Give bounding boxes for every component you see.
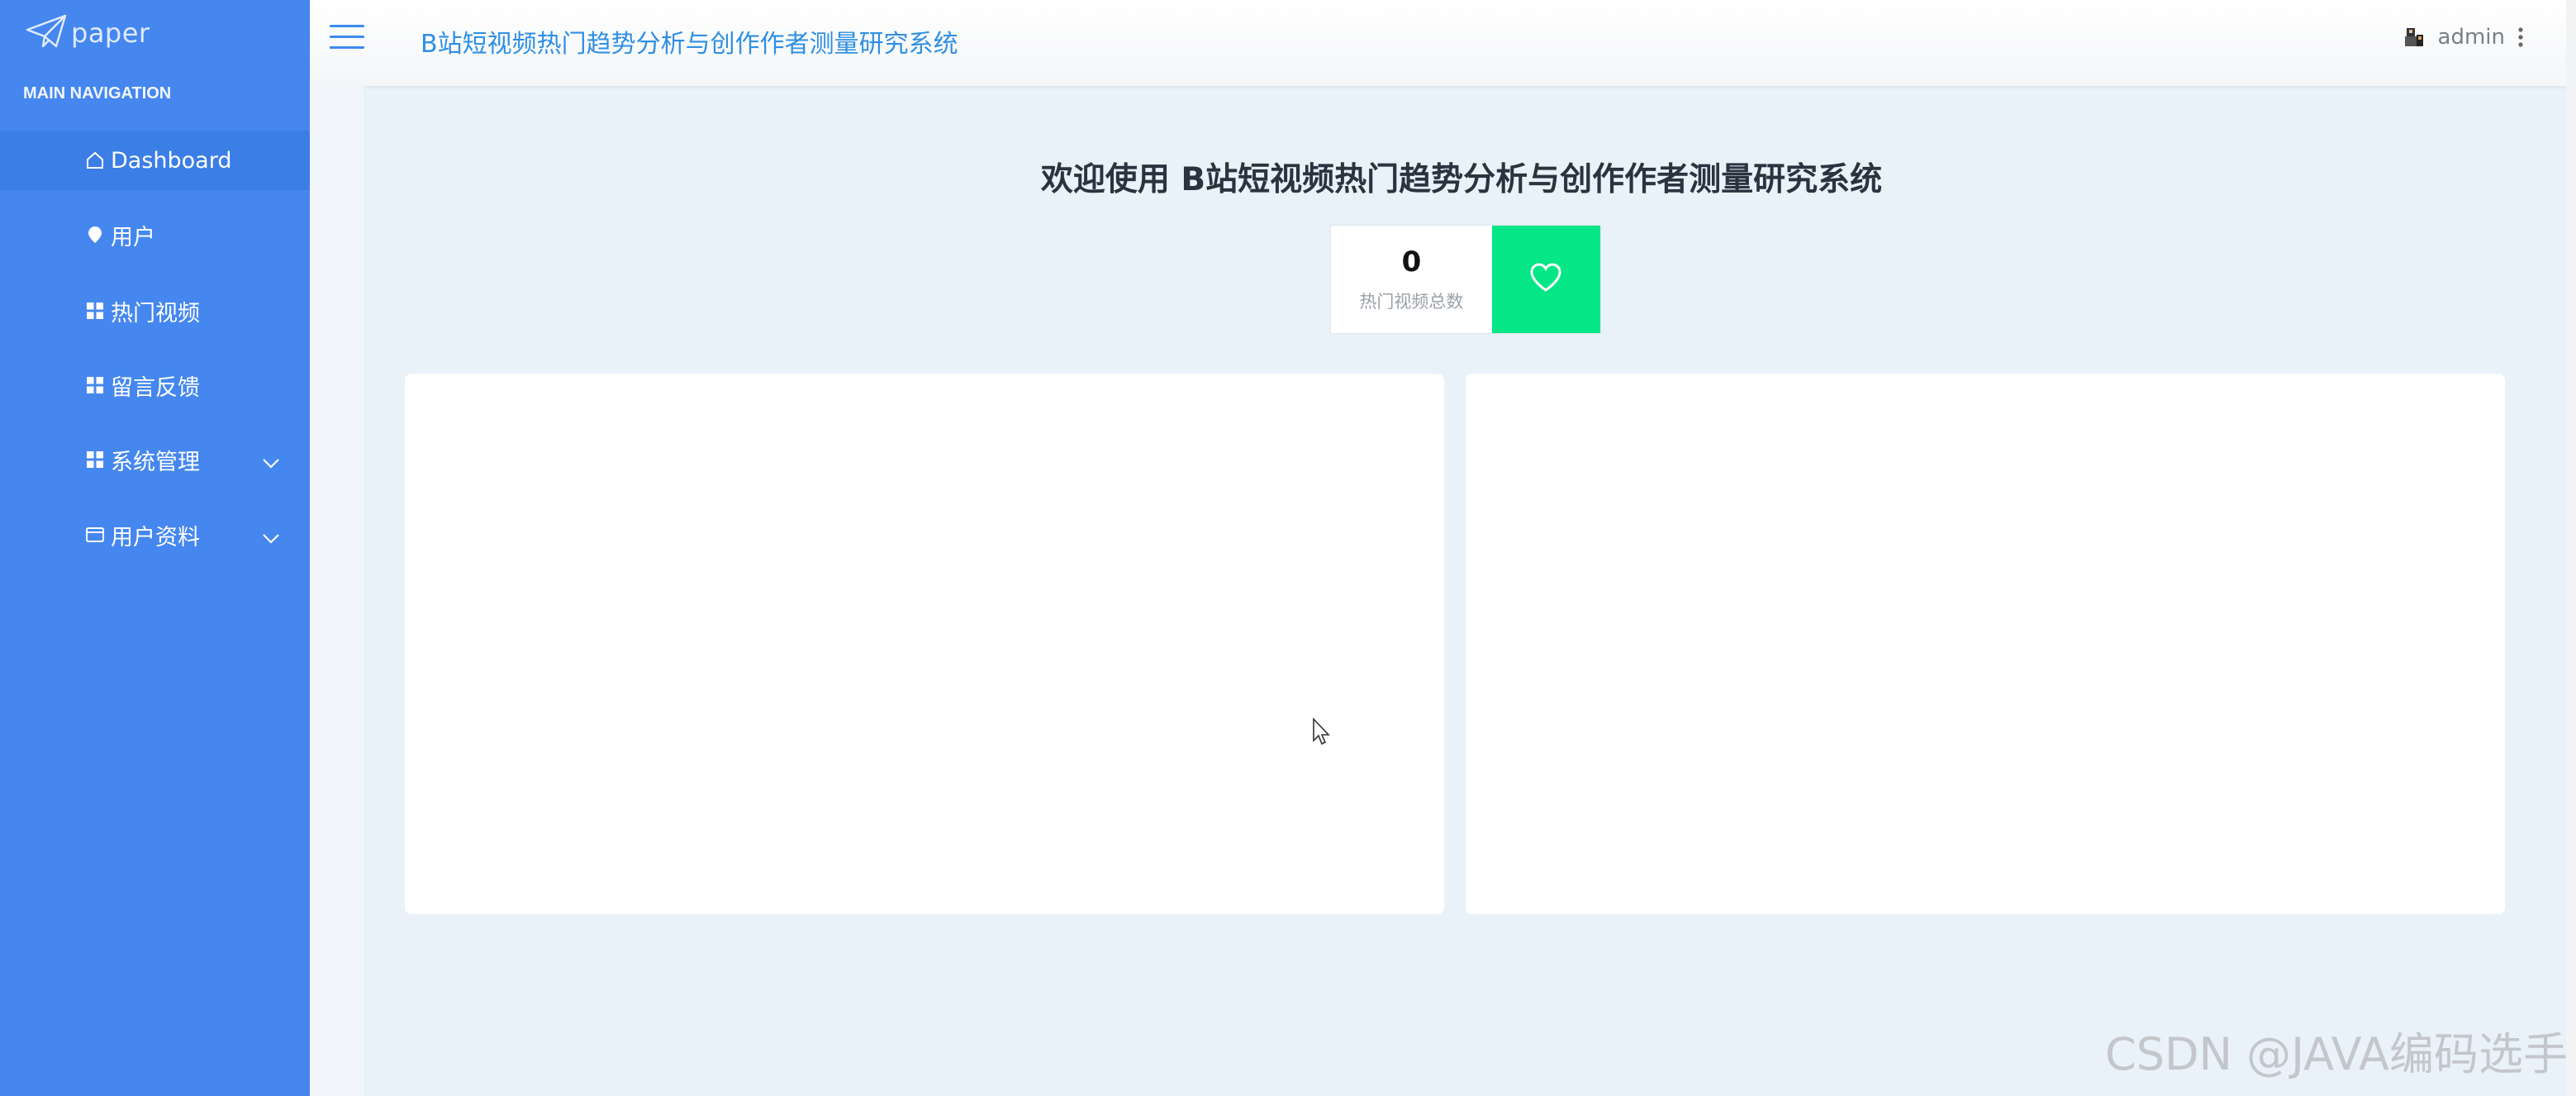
app-logo[interactable]: paper xyxy=(25,13,150,53)
menu-toggle-button[interactable] xyxy=(330,25,364,55)
sidebar-item-dashboard[interactable]: Dashboard xyxy=(0,131,357,190)
stat-card-hot-videos: 0 热门视频总数 xyxy=(1330,225,1601,334)
sidebar-item-label: 用户资料 xyxy=(111,524,200,550)
stat-text: 0 热门视频总数 xyxy=(1331,226,1492,333)
content-gutter xyxy=(310,86,364,1096)
header-title: B站短视频热门趋势分析与创作作者测量研究系统 xyxy=(421,30,958,59)
pin-icon xyxy=(84,224,106,245)
hamburger-bar xyxy=(330,46,364,49)
sidebar-item-users[interactable]: 用户 xyxy=(0,205,310,264)
chevron-down-icon[interactable] xyxy=(261,451,281,469)
sidebar-item-label: Dashboard xyxy=(111,147,232,174)
stat-icon-box xyxy=(1491,226,1600,333)
sidebar-item-feedback[interactable]: 留言反馈 xyxy=(0,355,310,415)
hamburger-bar xyxy=(330,36,364,38)
chart-panel-right xyxy=(1466,374,2505,914)
user-menu[interactable]: admin xyxy=(2402,25,2525,50)
username[interactable]: admin xyxy=(2438,25,2505,50)
chart-panel-left xyxy=(405,374,1444,914)
grid-icon xyxy=(84,300,106,322)
sidebar-item-system-management[interactable]: 系统管理 xyxy=(0,430,310,489)
stat-value: 0 xyxy=(1401,245,1422,279)
chevron-down-icon[interactable] xyxy=(261,527,281,544)
mouse-cursor-icon xyxy=(1313,717,1330,746)
sidebar-item-label: 留言反馈 xyxy=(111,374,200,401)
heart-icon xyxy=(1528,262,1563,297)
sidebar: paper MAIN NAVIGATION Dashboard 用户 热门视频 xyxy=(0,0,357,1096)
nav-heading: MAIN NAVIGATION xyxy=(23,84,172,102)
top-header: B站短视频热门趋势分析与创作作者测量研究系统 admin xyxy=(310,0,2576,86)
grid-icon xyxy=(84,374,106,396)
home-icon xyxy=(84,150,106,171)
hamburger-bar xyxy=(330,25,364,27)
stat-label: 热门视频总数 xyxy=(1359,292,1464,312)
grid-icon xyxy=(84,449,106,470)
sidebar-item-label: 热门视频 xyxy=(111,300,200,326)
more-options-icon[interactable] xyxy=(2517,25,2525,50)
logo-text: paper xyxy=(71,17,150,49)
sidebar-item-label: 系统管理 xyxy=(111,449,200,475)
avatar[interactable] xyxy=(2402,25,2426,50)
card-icon xyxy=(84,524,106,546)
watermark: CSDN @JAVA编码选手 xyxy=(2104,1028,2568,1080)
scrollbar[interactable] xyxy=(2566,0,2576,1096)
welcome-heading: 欢迎使用 B站短视频热门趋势分析与创作作者测量研究系统 xyxy=(1040,161,1883,198)
sidebar-item-hot-videos[interactable]: 热门视频 xyxy=(0,281,310,341)
paper-plane-icon xyxy=(25,13,68,53)
sidebar-item-user-profile[interactable]: 用户资料 xyxy=(0,505,310,565)
sidebar-item-label: 用户 xyxy=(111,224,155,250)
